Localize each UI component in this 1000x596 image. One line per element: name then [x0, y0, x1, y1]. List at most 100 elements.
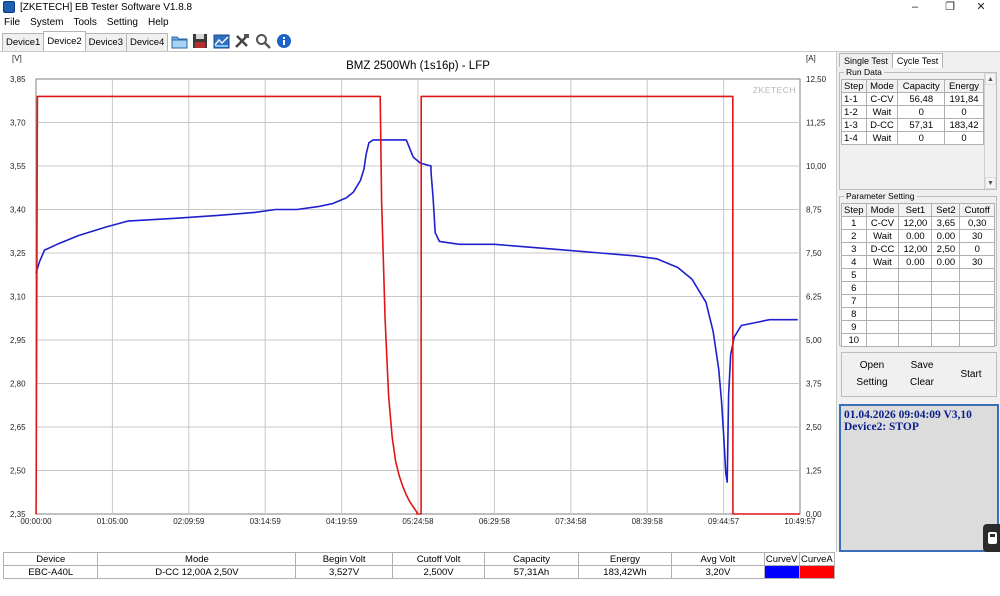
param-header-mode: Mode [865, 203, 900, 217]
table-row[interactable]: 1-2 Wait 0 0 [841, 105, 984, 119]
button-panel: Open Save Setting Clear Start [841, 352, 997, 397]
param-set1: 12,00 [898, 242, 933, 256]
table-row[interactable]: 5 [841, 268, 995, 282]
param-set2: 0.00 [931, 255, 961, 269]
y-axis-label-right: [A] [806, 54, 816, 63]
table-row[interactable]: 1-3 D-CC 57,31 183,42 [841, 118, 984, 132]
magnify-icon[interactable] [254, 32, 272, 50]
y-tick-left: 3,10 [10, 293, 26, 302]
info-icon[interactable] [275, 32, 293, 50]
run-energy: 0 [944, 105, 984, 119]
start-button[interactable]: Start [948, 367, 994, 383]
scroll-down-icon[interactable]: ▼ [985, 177, 996, 189]
x-tick: 06:29:58 [479, 517, 511, 526]
menu-help[interactable]: Help [148, 17, 169, 28]
tab-device2[interactable]: Device2 [43, 31, 86, 51]
summary-header-curve-v: CurveV [763, 552, 800, 566]
y-tick-right: 6,25 [806, 293, 822, 302]
menu-system[interactable]: System [30, 17, 63, 28]
summary-header-mode: Mode [97, 552, 297, 566]
tab-single-test[interactable]: Single Test [839, 53, 893, 67]
folder-icon[interactable] [170, 32, 188, 50]
save-icon[interactable] [191, 32, 209, 50]
y-tick-right: 10,00 [806, 162, 827, 171]
run-capacity: 56,48 [897, 92, 946, 106]
table-row[interactable]: 8 [841, 307, 995, 321]
table-row[interactable]: 9 [841, 320, 995, 334]
table-row[interactable]: 1-4 Wait 0 0 [841, 131, 984, 145]
table-row[interactable]: 6 [841, 281, 995, 295]
tab-device3[interactable]: Device3 [84, 33, 127, 51]
tab-device4[interactable]: Device4 [125, 33, 169, 51]
param-mode: D-CC [865, 242, 900, 256]
summary-bar: Device Mode Begin Volt Cutoff Volt Capac… [0, 552, 836, 582]
run-data-label: Run Data [844, 67, 884, 78]
param-cutoff: 0 [959, 242, 995, 256]
close-button[interactable]: ✕ [966, 0, 996, 14]
summary-header-energy: Energy [577, 552, 673, 566]
side-handle[interactable] [983, 524, 1000, 552]
x-tick: 04:19:59 [326, 517, 358, 526]
table-row[interactable]: 7 [841, 294, 995, 308]
x-tick: 05:24:58 [402, 517, 434, 526]
scroll-up-icon[interactable]: ▲ [985, 73, 996, 85]
save-button[interactable]: Save [896, 358, 948, 374]
param-step: 7 [841, 294, 867, 308]
curve-a-color-swatch[interactable] [798, 565, 836, 579]
table-row[interactable]: 4 Wait 0.00 0.00 30 [841, 255, 995, 269]
y-tick-left: 3,40 [10, 206, 26, 215]
status-device-state: Device2: STOP [844, 421, 919, 433]
x-tick: 07:34:58 [555, 517, 587, 526]
device-icon [988, 532, 997, 544]
table-row[interactable]: 10 [841, 333, 995, 347]
param-cutoff [959, 268, 995, 282]
param-cutoff: 30 [959, 255, 995, 269]
menu-setting[interactable]: Setting [107, 17, 138, 28]
param-set2: 0.00 [931, 229, 961, 243]
summary-header-cutoff-volt: Cutoff Volt [391, 552, 486, 566]
menu-file[interactable]: File [4, 17, 20, 28]
run-data-scrollbar[interactable]: ▲ ▼ [984, 73, 996, 189]
curve-v-color-swatch[interactable] [763, 565, 800, 579]
tab-device1[interactable]: Device1 [2, 33, 45, 51]
param-set1: 0.00 [898, 255, 933, 269]
clear-button[interactable]: Clear [896, 375, 948, 391]
param-header-step: Step [841, 203, 867, 217]
y-tick-left: 3,85 [10, 75, 26, 84]
y-tick-left: 3,55 [10, 162, 26, 171]
param-step: 4 [841, 255, 867, 269]
summary-mode: D-CC 12,00A 2,50V [97, 565, 297, 579]
summary-avg-volt: 3,20V [671, 565, 765, 579]
param-step: 2 [841, 229, 867, 243]
tools-icon[interactable] [233, 32, 251, 50]
tab-cycle-test[interactable]: Cycle Test [891, 53, 944, 68]
toolbar: Device1 Device2 Device3 Device4 [0, 30, 1000, 52]
param-mode: Wait [865, 229, 900, 243]
summary-header-begin-volt: Begin Volt [295, 552, 393, 566]
table-row[interactable]: 2 Wait 0.00 0.00 30 [841, 229, 995, 243]
run-header-energy: Energy [944, 79, 984, 93]
param-set1 [898, 320, 933, 334]
table-row[interactable]: 1 C-CV 12,00 3,65 0,30 [841, 216, 995, 230]
param-header-set1: Set1 [898, 203, 933, 217]
run-mode: D-CC [865, 118, 899, 132]
run-step: 1-4 [841, 131, 867, 145]
param-set1 [898, 333, 933, 347]
param-step: 5 [841, 268, 867, 282]
menu-tools[interactable]: Tools [73, 17, 96, 28]
x-tick: 00:00:00 [20, 517, 52, 526]
table-row[interactable]: 3 D-CC 12,00 2,50 0 [841, 242, 995, 256]
open-button[interactable]: Open [846, 358, 898, 374]
table-row[interactable]: 1-1 C-CV 56,48 191,84 [841, 92, 984, 106]
setting-button[interactable]: Setting [846, 375, 898, 391]
maximize-button[interactable]: ❐ [935, 0, 965, 14]
chart-icon[interactable] [212, 32, 230, 50]
param-cutoff: 0,30 [959, 216, 995, 230]
param-mode [865, 307, 900, 321]
x-tick: 01:05:00 [97, 517, 129, 526]
run-header-capacity: Capacity [897, 79, 946, 93]
run-header-step: Step [841, 79, 867, 93]
x-tick: 02:09:59 [173, 517, 205, 526]
minimize-button[interactable]: – [900, 0, 930, 14]
run-capacity: 0 [897, 105, 946, 119]
